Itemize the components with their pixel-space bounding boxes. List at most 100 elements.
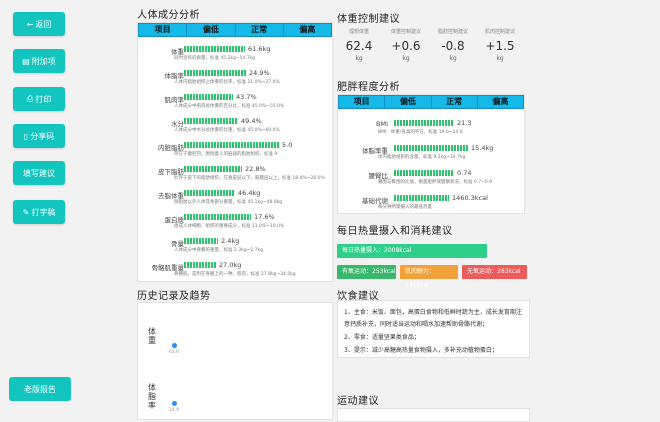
- obesity-title: 肥胖程度分析: [337, 82, 400, 93]
- obesity-row-bar: [394, 195, 449, 201]
- pen-icon: ✎: [22, 207, 30, 217]
- fill-advice-button[interactable]: 填写建议: [13, 161, 65, 185]
- composition-row-value: 61.6kg: [248, 45, 271, 53]
- obesity-row-label: BMI: [376, 120, 388, 128]
- composition-row: 体脂率 24.9% 人体内脂肪组织占体重的比率，标准 21.0%~27.0%: [138, 69, 334, 93]
- obesity-row-desc: 腰围与臀围的比值，衡量肥胖或健康状况，标准 0.7~0.9: [378, 180, 493, 185]
- obesity-row-value: 15.4kg: [471, 144, 494, 152]
- obesity-row: 腰臀比 0.74 腰围与臀围的比值，衡量肥胖或健康状况，标准 0.7~0.9: [338, 169, 528, 195]
- obesity-row-bar: [394, 170, 454, 176]
- back-label: 返回: [35, 19, 52, 29]
- composition-row-value: 27.0kg: [219, 261, 242, 269]
- composition-row-desc: 组成人体细胞、组织的重要成分，标准 11.0%~19.0%: [174, 224, 285, 229]
- obesity-row-value: 1460.3kcal: [452, 194, 488, 202]
- obesity-row: 体脂率重 15.4kg 体内脂肪组织的含量，标准 9.2kg~14.7kg: [338, 144, 528, 170]
- composition-row: 蛋白质 17.6% 组成人体细胞、组织的重要成分，标准 11.0%~19.0%: [138, 213, 334, 237]
- obesity-row: BMI 21.3 BMI：体重/身高的平方，标准 19.0~24.0: [338, 119, 528, 145]
- header-high: 偏高: [299, 25, 316, 34]
- share-code-button[interactable]: ▯ 分享码: [13, 124, 65, 148]
- obesity-row-desc: 每分钟所需摄入的最低热量: [378, 205, 432, 210]
- history-weight-label: 体重: [148, 327, 156, 345]
- composition-row: 骨量 2.4kg 人体成分中骨骼的重量，标准 2.3kg~2.7kg: [138, 237, 334, 261]
- composition-row-desc: 骨骼肌，是附在骨骼上的一种，肌肉，标准 27.8kg~34.0kg: [174, 272, 296, 277]
- composition-card: 项目 偏低 正常 偏高 体重 61.6kg 同时含有的质量，标准 45.2kg~54…: [137, 22, 333, 282]
- composition-row-value: 24.9%: [249, 69, 270, 77]
- obesity-row-desc: BMI：体重/身高的平方，标准 19.0~24.0: [378, 130, 463, 135]
- composition-row-desc: 同时含有的质量，标准 45.2kg~54.7kg: [174, 56, 256, 61]
- sidebar: ← 返回 ▤ 附加项 ⎙ 打印 ▯ 分享码 填写建议 ✎ 打字稿 老版报告: [0, 0, 78, 420]
- history-title: 历史记录及趋势: [137, 291, 211, 302]
- composition-row-desc: 贮存于皮下的脂肪组织，在真皮层以下，筋膜层以上，标准 18.0%~26.0%: [174, 176, 325, 181]
- composition-row-value: 5.0: [282, 141, 293, 149]
- composition-row-bar: [184, 166, 242, 172]
- ideal-weight-label: 理想体重: [348, 29, 369, 35]
- obesity-header-high: 偏高: [492, 97, 509, 106]
- history-weight-point: [172, 343, 177, 348]
- ideal-weight-unit: kg: [355, 55, 363, 62]
- fat-adjust-unit: kg: [449, 55, 457, 62]
- back-button[interactable]: ← 返回: [13, 12, 65, 36]
- composition-row-bar: [184, 46, 245, 52]
- arrow-left-icon: ←: [26, 19, 34, 29]
- composition-table-header: 项目 偏低 正常 偏高: [138, 23, 332, 37]
- print-button[interactable]: ⎙ 打印: [13, 87, 65, 111]
- history-bodyfat-label: 体脂率: [148, 383, 156, 410]
- obesity-row-desc: 体内脂肪组织的含量，标准 9.2kg~14.7kg: [378, 155, 466, 160]
- weight-adjust-value: +0.6: [391, 39, 421, 53]
- composition-row-bar: [184, 94, 233, 100]
- history-weight-value: 61.6: [169, 350, 180, 355]
- exercise-title: 运动建议: [337, 396, 379, 407]
- printer-icon: ⎙: [26, 94, 34, 103]
- composition-row-desc: 人体内脂肪组织占体重的比率，标准 21.0%~27.0%: [174, 80, 280, 85]
- obesity-header-normal: 正常: [432, 96, 478, 108]
- obesity-header-item: 项目: [339, 96, 386, 108]
- composition-row-desc: 存在于腹腔内，围绕着人的脏器的脂肪组织，标准 9: [174, 152, 278, 157]
- composition-row-bar: [184, 214, 251, 220]
- obesity-table-header: 项目 偏低 正常 偏高: [338, 95, 524, 109]
- muscle-adjust-label: 肌肉控制建议: [484, 29, 515, 35]
- composition-title: 人体成分分析: [137, 10, 200, 21]
- share-code-label: 分享码: [30, 131, 55, 141]
- control-card: 理想体重 62.4 kg 体重控制建议 +0.6 kg 脂肪控制建议 -0.8 kg 肌肉控…: [337, 22, 525, 70]
- obesity-row-value: 21.3: [457, 119, 472, 127]
- obesity-card: 项目 偏低 正常 偏高 BMI 21.3 BMI：体重/身高的平方，标准 19.0~…: [337, 94, 525, 214]
- composition-row: 水分 49.4% 人体成分中水分总体重的比重，标准 45.0%~60.0%: [138, 117, 334, 141]
- composition-row-bar: [184, 70, 246, 76]
- composition-row-value: 17.6%: [254, 213, 275, 221]
- muscle-adjust-value: +1.5: [485, 39, 515, 53]
- weight-adjust-label: 体重控制建议: [390, 29, 421, 35]
- diet-card: 1、主食：米饭、面包，高蛋白食物和低鲜时蔬为主，成长发育期注意钙质补充，同时适当…: [337, 300, 530, 358]
- composition-row-bar: [184, 262, 216, 268]
- composition-row-bar: [184, 190, 235, 196]
- attachment-button[interactable]: ▤ 附加项: [13, 49, 65, 73]
- attachment-label: 附加项: [31, 56, 56, 66]
- daily-intake-bar: 每日热量摄入：2008kcal: [337, 244, 487, 258]
- composition-row-desc: 除脂肪以外人体其余部分重量，标准 45.1kg~48.8kg: [174, 200, 283, 205]
- obesity-row: 基础代谢 1460.3kcal 每分钟所需摄入的最低热量: [338, 194, 528, 220]
- obesity-row-bar: [394, 120, 454, 126]
- obesity-row-value: 0.74: [457, 169, 472, 177]
- diet-line-2: 2、零食：适量坚果类食品；: [344, 334, 420, 341]
- fat-adjust-label: 脂肪控制建议: [437, 29, 468, 35]
- weight-adjust: 体重控制建议 +0.6 kg: [384, 28, 428, 62]
- composition-row: 骨骼肌重量 27.0kg 骨骼肌，是附在骨骼上的一种，肌肉，标准 27.8kg~34…: [138, 261, 334, 285]
- aerobic-bar: 有氧运动：253kcal: [337, 265, 396, 279]
- composition-row: 体重 61.6kg 同时含有的质量，标准 45.2kg~54.7kg: [138, 45, 334, 69]
- old-report-button[interactable]: 老版报告: [9, 377, 71, 401]
- ideal-weight-value: 62.4: [345, 39, 373, 53]
- composition-row-desc: 人体成分中肌肉总体重的百分比，标准 45.0%~55.0%: [174, 104, 285, 109]
- typescript-label: 打字稿: [31, 207, 56, 217]
- composition-row: 去脂体重 46.4kg 除脂肪以外人体其余部分重量，标准 45.1kg~48.8kg: [138, 189, 334, 213]
- typescript-button[interactable]: ✎ 打字稿: [13, 200, 65, 224]
- composition-row: 肌肉率 43.7% 人体成分中肌肉总体重的百分比，标准 45.0%~55.0%: [138, 93, 334, 117]
- composition-row-desc: 人体成分中骨骼的重量，标准 2.3kg~2.7kg: [174, 248, 263, 253]
- phone-icon: ▯: [23, 131, 29, 141]
- composition-row-value: 22.8%: [245, 165, 266, 173]
- endurance-bar: 肌肉耐力：131kcal: [400, 265, 458, 289]
- print-label: 打印: [35, 94, 52, 104]
- obesity-header-low: 偏低: [385, 96, 432, 108]
- composition-row-bar: [184, 118, 238, 124]
- fat-adjust-value: -0.8: [441, 39, 465, 53]
- history-card: 体重 61.6 体脂率 24.9: [137, 302, 333, 420]
- obesity-row-bar: [394, 145, 468, 151]
